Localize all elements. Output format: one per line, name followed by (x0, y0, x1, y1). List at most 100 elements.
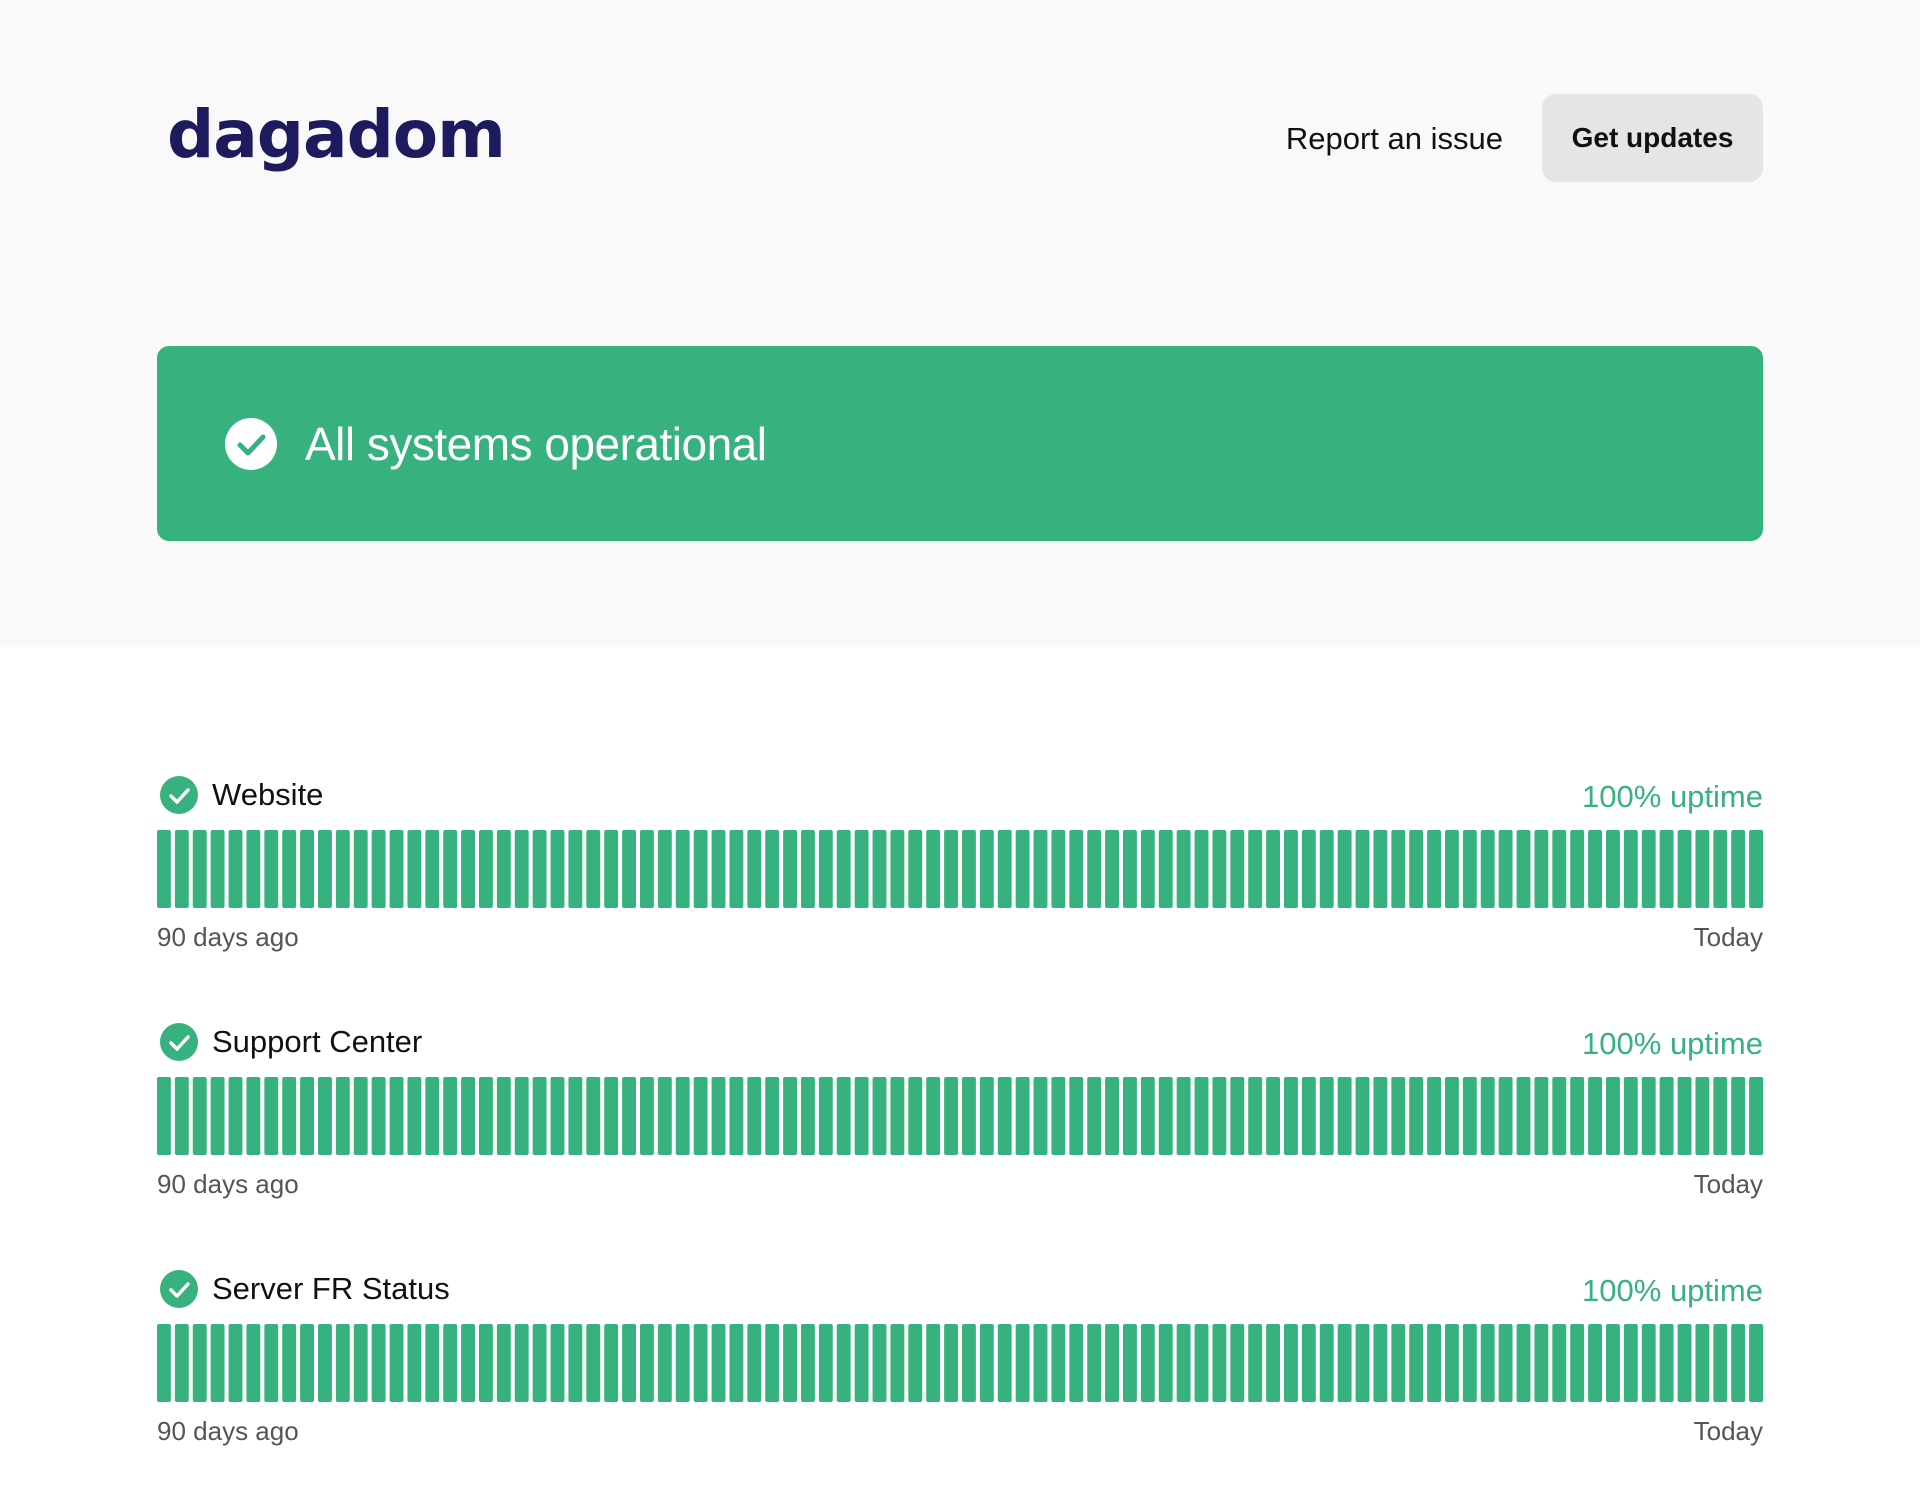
uptime-day-bar[interactable] (854, 1077, 869, 1155)
uptime-day-bar[interactable] (1373, 1077, 1388, 1155)
uptime-day-bar[interactable] (944, 1077, 958, 1155)
uptime-day-bar[interactable] (657, 1077, 672, 1155)
uptime-day-bar[interactable] (1248, 1077, 1263, 1155)
uptime-day-bar[interactable] (872, 830, 887, 908)
uptime-day-bar[interactable] (1498, 1077, 1513, 1155)
uptime-day-bar[interactable] (1087, 830, 1102, 908)
uptime-day-bar[interactable] (425, 830, 440, 908)
uptime-day-bar[interactable] (765, 1077, 780, 1155)
uptime-day-bar[interactable] (1123, 1077, 1137, 1155)
uptime-day-bar[interactable] (586, 1077, 601, 1155)
uptime-day-bar[interactable] (675, 1077, 690, 1155)
uptime-day-bar[interactable] (425, 1324, 440, 1402)
uptime-day-bar[interactable] (1695, 830, 1710, 908)
uptime-day-bar[interactable] (962, 1324, 976, 1402)
uptime-day-bar[interactable] (693, 1324, 708, 1402)
uptime-day-bar[interactable] (1373, 830, 1388, 908)
uptime-day-bar[interactable] (765, 1324, 780, 1402)
uptime-day-bar[interactable] (1051, 830, 1066, 908)
uptime-day-bar[interactable] (801, 830, 815, 908)
uptime-day-bar[interactable] (1123, 1324, 1137, 1402)
uptime-day-bar[interactable] (1284, 1324, 1298, 1402)
uptime-day-bar[interactable] (1409, 830, 1424, 908)
uptime-day-bar[interactable] (1552, 1077, 1567, 1155)
uptime-day-bar[interactable] (1623, 1324, 1638, 1402)
uptime-day-bar[interactable] (1480, 1077, 1495, 1155)
uptime-day-bar[interactable] (1015, 1077, 1030, 1155)
uptime-day-bar[interactable] (246, 1324, 261, 1402)
uptime-day-bar[interactable] (1427, 1324, 1441, 1402)
uptime-day-bar[interactable] (854, 1324, 869, 1402)
uptime-day-bar[interactable] (514, 830, 529, 908)
uptime-day-bar[interactable] (443, 1077, 458, 1155)
uptime-day-bar[interactable] (1087, 1324, 1102, 1402)
uptime-day-bar[interactable] (461, 1077, 475, 1155)
uptime-day-bar[interactable] (836, 1324, 851, 1402)
uptime-day-bar[interactable] (1445, 830, 1459, 908)
uptime-day-bar[interactable] (264, 830, 279, 908)
uptime-day-bar[interactable] (622, 830, 636, 908)
uptime-day-bar[interactable] (1301, 1324, 1316, 1402)
uptime-day-bar[interactable] (1623, 1077, 1638, 1155)
uptime-day-bar[interactable] (353, 1324, 368, 1402)
uptime-day-bar[interactable] (1069, 1077, 1084, 1155)
uptime-day-bar[interactable] (1266, 830, 1280, 908)
uptime-day-bar[interactable] (1695, 1324, 1710, 1402)
uptime-day-bar[interactable] (1731, 1077, 1746, 1155)
uptime-day-bar[interactable] (1552, 1324, 1567, 1402)
uptime-day-bar[interactable] (1588, 830, 1602, 908)
uptime-day-bar[interactable] (604, 1077, 619, 1155)
uptime-day-bar[interactable] (228, 1324, 243, 1402)
uptime-day-bar[interactable] (693, 1077, 708, 1155)
uptime-day-bar[interactable] (1337, 830, 1352, 908)
uptime-day-bar[interactable] (836, 830, 851, 908)
uptime-day-bar[interactable] (371, 1324, 386, 1402)
uptime-day-bar[interactable] (872, 1324, 887, 1402)
uptime-day-bar[interactable] (1105, 830, 1119, 908)
uptime-day-bar[interactable] (1194, 830, 1209, 908)
uptime-day-bar[interactable] (944, 830, 958, 908)
uptime-day-bar[interactable] (1319, 830, 1334, 908)
uptime-day-bar[interactable] (818, 1077, 833, 1155)
uptime-day-bar[interactable] (1033, 1077, 1048, 1155)
get-updates-button[interactable]: Get updates (1542, 94, 1763, 182)
uptime-day-bar[interactable] (1641, 830, 1656, 908)
uptime-day-bar[interactable] (282, 1077, 297, 1155)
uptime-day-bar[interactable] (479, 830, 493, 908)
uptime-day-bar[interactable] (908, 1324, 923, 1402)
uptime-day-bar[interactable] (1713, 1077, 1728, 1155)
uptime-day-bar[interactable] (532, 1324, 547, 1402)
uptime-day-bar[interactable] (1480, 1324, 1495, 1402)
uptime-day-bar[interactable] (335, 1077, 350, 1155)
uptime-day-bar[interactable] (1176, 1324, 1191, 1402)
uptime-day-bar[interactable] (1069, 1324, 1084, 1402)
uptime-day-bar[interactable] (1749, 1077, 1763, 1155)
uptime-day-bar[interactable] (657, 1324, 672, 1402)
uptime-day-bar[interactable] (711, 830, 726, 908)
uptime-day-bar[interactable] (908, 1077, 923, 1155)
uptime-day-bar[interactable] (1140, 830, 1155, 908)
uptime-day-bar[interactable] (801, 1324, 815, 1402)
uptime-day-bar[interactable] (1158, 1077, 1173, 1155)
uptime-day-bar[interactable] (550, 830, 565, 908)
uptime-day-bar[interactable] (1462, 1324, 1477, 1402)
uptime-day-bar[interactable] (1516, 830, 1531, 908)
uptime-day-bar[interactable] (729, 1077, 744, 1155)
uptime-day-bar[interactable] (818, 1324, 833, 1402)
uptime-day-bar[interactable] (1158, 1324, 1173, 1402)
uptime-day-bar[interactable] (1498, 1324, 1513, 1402)
uptime-day-bar[interactable] (479, 1077, 493, 1155)
uptime-day-bar[interactable] (300, 830, 314, 908)
uptime-day-bar[interactable] (192, 1077, 207, 1155)
uptime-day-bar[interactable] (1194, 1324, 1209, 1402)
uptime-day-bar[interactable] (1337, 1324, 1352, 1402)
uptime-day-bar[interactable] (1051, 1324, 1066, 1402)
uptime-day-bar[interactable] (657, 830, 672, 908)
uptime-day-bar[interactable] (1588, 1077, 1602, 1155)
uptime-day-bar[interactable] (1677, 1077, 1692, 1155)
uptime-day-bar[interactable] (1409, 1077, 1424, 1155)
uptime-day-bar[interactable] (1606, 1077, 1620, 1155)
uptime-day-bar[interactable] (461, 830, 475, 908)
uptime-day-bar[interactable] (1516, 1324, 1531, 1402)
uptime-day-bar[interactable] (1033, 830, 1048, 908)
